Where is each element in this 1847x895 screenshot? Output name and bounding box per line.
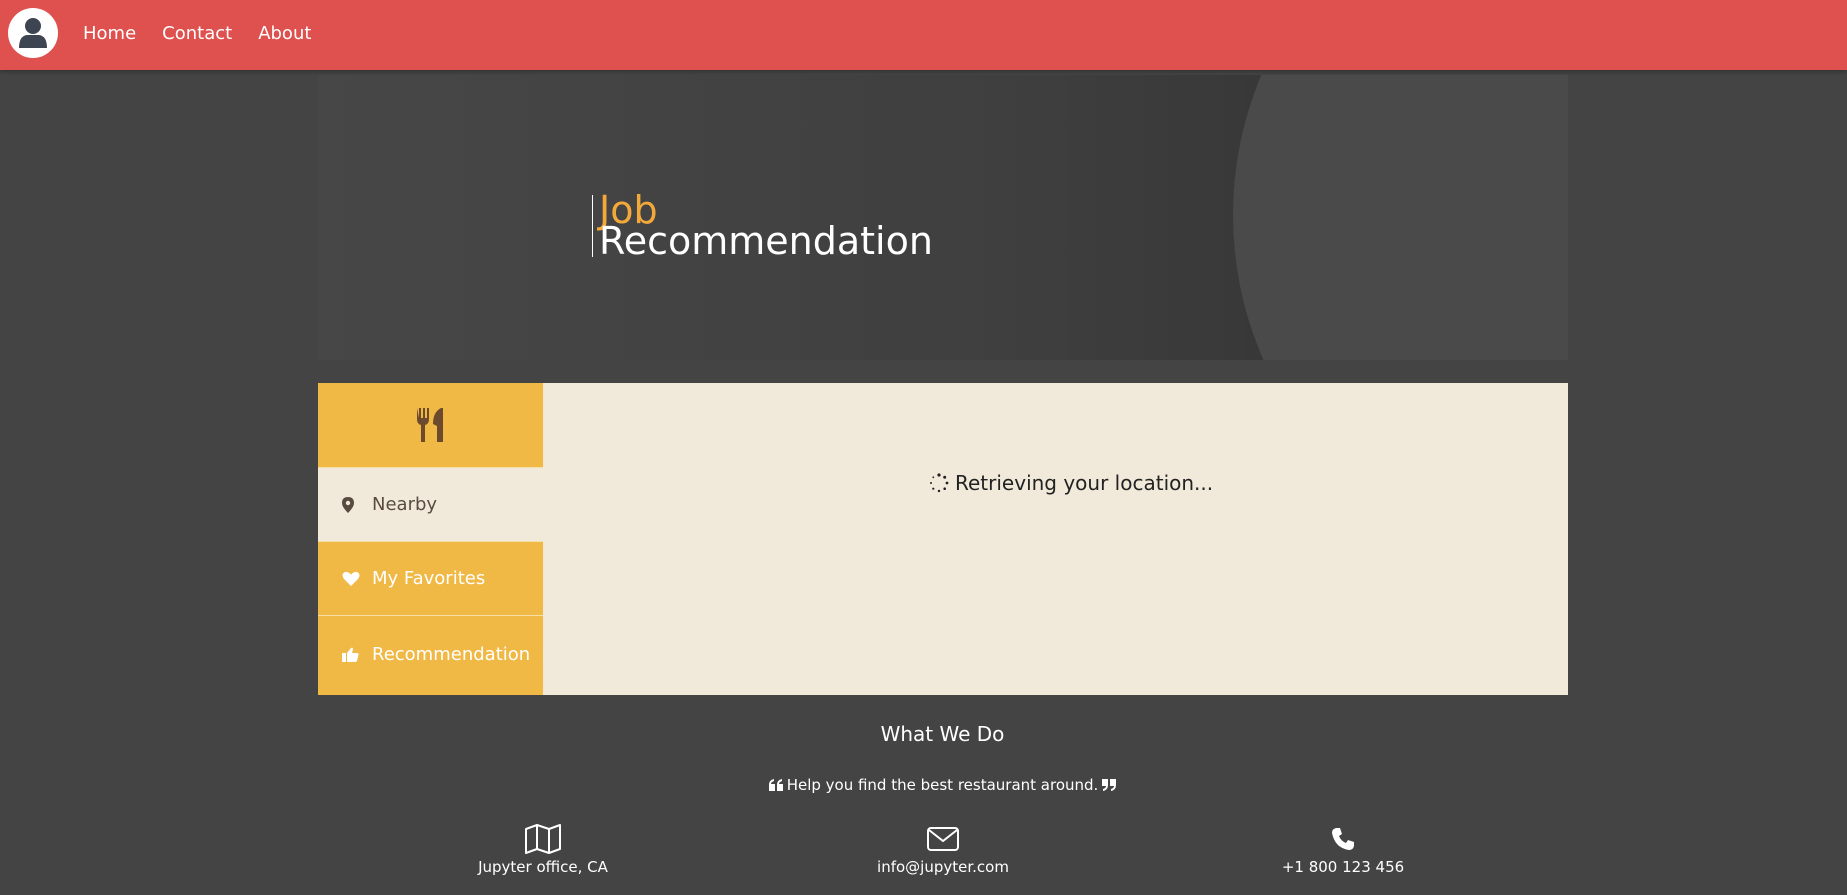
contact-phone: +1 800 123 456	[1243, 822, 1443, 876]
map-icon	[443, 822, 643, 856]
quote-left-icon	[768, 779, 783, 791]
sidebar: Nearby My Favorites Recommendation	[318, 383, 543, 695]
top-navbar: Home Contact About	[0, 0, 1847, 70]
sidebar-header	[318, 383, 543, 468]
map-marker-icon	[342, 496, 372, 513]
user-icon	[19, 18, 47, 48]
contact-address-text: Jupyter office, CA	[478, 858, 608, 876]
hero-banner: Job Recommendation	[318, 75, 1568, 360]
contact-email-text[interactable]: info@jupyter.com	[843, 858, 1043, 876]
contact-address: Jupyter office, CA	[443, 822, 643, 876]
quote-right-icon	[1102, 779, 1117, 791]
thumbs-up-icon	[342, 647, 372, 662]
tagline-text: Help you find the best restaurant around…	[786, 776, 1099, 794]
avatar[interactable]	[8, 8, 58, 58]
loading-status: Retrieving your location...	[929, 471, 1213, 495]
what-we-do-heading: What We Do	[880, 722, 1005, 746]
envelope-icon	[843, 822, 1043, 856]
tagline: Help you find the best restaurant around…	[0, 776, 1847, 794]
hero-decoration	[1233, 75, 1568, 360]
sidebar-item-label: Nearby	[372, 494, 438, 515]
nav-links: Home Contact About	[83, 0, 311, 67]
nav-home-link[interactable]: Home	[83, 23, 136, 44]
page-title: Job Recommendation	[592, 191, 933, 263]
contact-email: info@jupyter.com	[843, 822, 1043, 876]
page-title-line2: Recommendation	[599, 219, 933, 263]
sidebar-item-recommendation[interactable]: Recommendation	[318, 616, 543, 693]
utensils-icon	[416, 408, 443, 442]
nav-about-link[interactable]: About	[258, 23, 311, 44]
phone-icon	[1243, 822, 1443, 856]
contact-phone-text: +1 800 123 456	[1281, 858, 1405, 876]
sidebar-item-label: Recommendation	[372, 644, 531, 665]
nav-contact-link[interactable]: Contact	[162, 23, 232, 44]
content-panel: Retrieving your location...	[543, 383, 1568, 695]
spinner-icon	[930, 473, 949, 493]
heart-icon	[342, 571, 372, 587]
sidebar-item-label: My Favorites	[372, 568, 486, 589]
sidebar-item-favorites[interactable]: My Favorites	[318, 542, 543, 616]
sidebar-item-nearby[interactable]: Nearby	[318, 468, 543, 542]
loading-text: Retrieving your location...	[955, 471, 1214, 495]
